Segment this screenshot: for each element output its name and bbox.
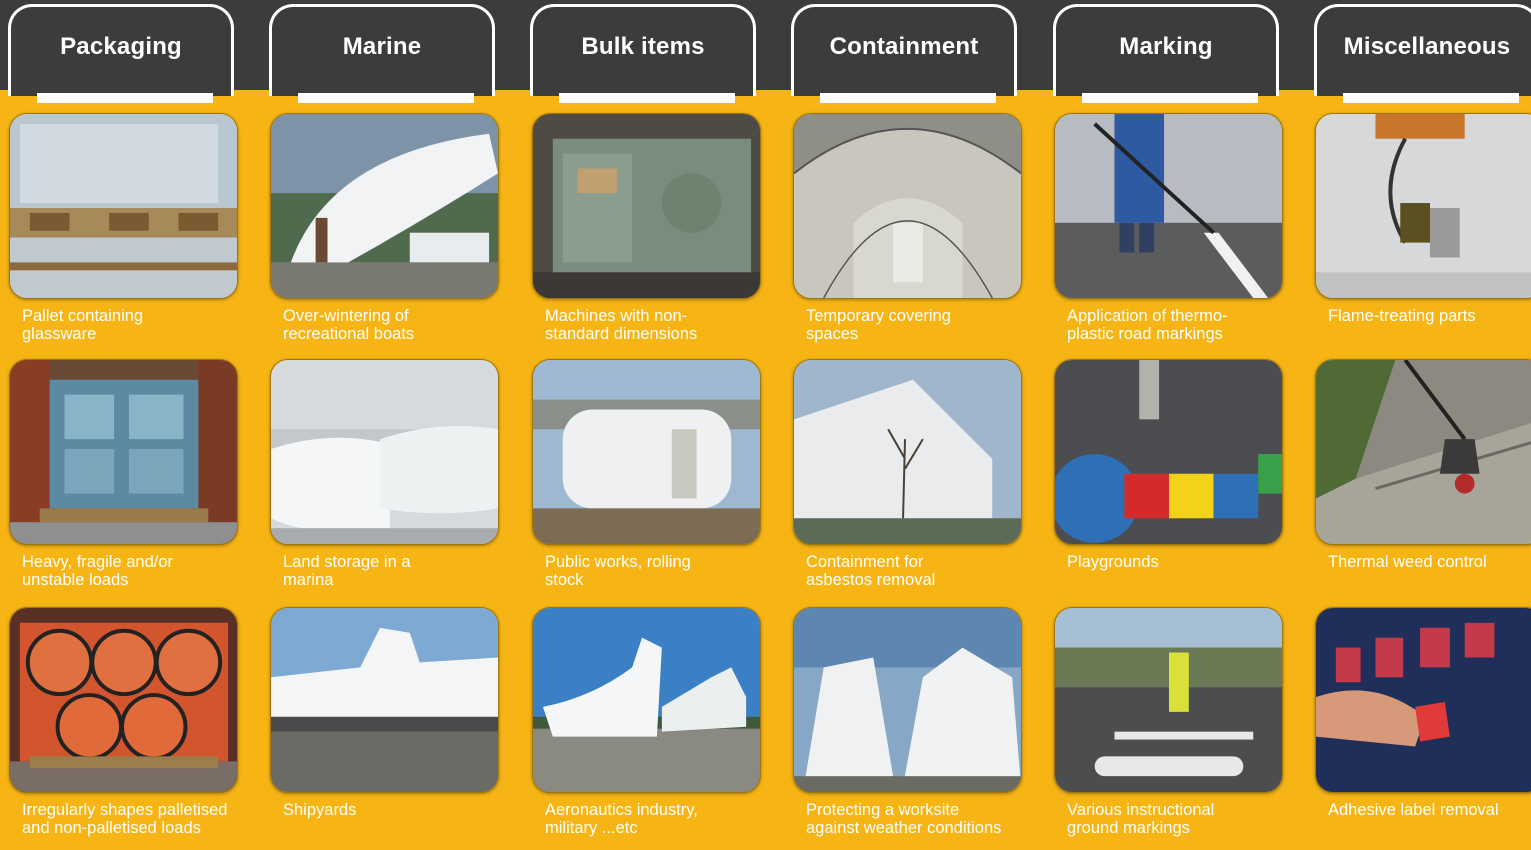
caption: Land storage in a marina <box>283 553 411 589</box>
asbestos-containment-photo <box>793 359 1022 545</box>
worksite-photo <box>793 607 1022 793</box>
card-asbestos[interactable]: Containment for asbestos removal <box>793 359 1024 589</box>
caption: Machines with non- standard dimensions <box>545 307 698 343</box>
card-tunnel[interactable]: Temporary covering spaces <box>793 113 1024 343</box>
shipyard-photo <box>270 607 499 793</box>
tab-containment[interactable]: Containment <box>791 4 1017 103</box>
weed-control-photo <box>1315 359 1531 545</box>
caption: Application of thermo- plastic road mark… <box>1067 307 1228 343</box>
tab-underline <box>1082 93 1258 103</box>
card-hopscotch[interactable]: Playgrounds <box>1054 359 1285 571</box>
tab-label: Marine <box>342 33 422 60</box>
caption: Protecting a worksite against weather co… <box>806 801 1002 837</box>
rolling-stock-photo <box>532 359 761 545</box>
card-pallet-glassware[interactable]: Pallet containing glassware <box>9 113 240 343</box>
tab-marking[interactable]: Marking <box>1053 4 1279 103</box>
caption: Thermal weed control <box>1328 553 1487 571</box>
card-irregular-load[interactable]: Irregularly shapes palletised and non-pa… <box>9 607 240 837</box>
caption: Flame-treating parts <box>1328 307 1476 325</box>
caption: Irregularly shapes palletised and non-pa… <box>22 801 228 837</box>
tab-bulk-items[interactable]: Bulk items <box>530 4 756 103</box>
card-marina-storage[interactable]: Land storage in a marina <box>270 359 501 589</box>
tab-underline <box>820 93 996 103</box>
machine-photo <box>532 113 761 299</box>
card-worksite[interactable]: Protecting a worksite against weather co… <box>793 607 1024 837</box>
caption: Public works, rolling stock <box>545 553 691 589</box>
caption: Over-wintering of recreational boats <box>283 307 415 343</box>
tab-marine[interactable]: Marine <box>269 4 495 103</box>
tab-label: Containment <box>829 33 979 60</box>
pallet-glassware-photo <box>9 113 238 299</box>
card-flame-treating[interactable]: Flame-treating parts <box>1315 113 1531 325</box>
caption: Containment for asbestos removal <box>806 553 936 589</box>
card-weed-control[interactable]: Thermal weed control <box>1315 359 1531 571</box>
caption: Temporary covering spaces <box>806 307 951 343</box>
hopscotch-photo <box>1054 359 1283 545</box>
card-shipyard[interactable]: Shipyards <box>270 607 501 819</box>
irregular-load-photo <box>9 607 238 793</box>
card-rolling-stock[interactable]: Public works, rolling stock <box>532 359 763 589</box>
tab-label: Packaging <box>60 33 182 60</box>
road-marking-photo <box>1054 113 1283 299</box>
tab-underline <box>37 93 213 103</box>
wrapped-load-photo <box>9 359 238 545</box>
tab-label: Bulk items <box>581 33 705 60</box>
tab-packaging[interactable]: Packaging <box>8 4 234 103</box>
ground-marking-photo <box>1054 607 1283 793</box>
caption: Aeronautics industry, military ...etc <box>545 801 698 837</box>
tab-underline <box>298 93 474 103</box>
tab-label: Miscellaneous <box>1343 33 1511 60</box>
caption: Heavy, fragile and/or unstable loads <box>22 553 174 589</box>
flame-treating-photo <box>1315 113 1531 299</box>
card-machine[interactable]: Machines with non- standard dimensions <box>532 113 763 343</box>
tab-underline <box>1343 93 1519 103</box>
tab-underline <box>559 93 735 103</box>
caption: Pallet containing glassware <box>22 307 144 343</box>
helicopter-photo <box>532 607 761 793</box>
card-ground-marking[interactable]: Various instructional ground markings <box>1054 607 1285 837</box>
boat-wrapping-photo <box>270 113 499 299</box>
tunnel-photo <box>793 113 1022 299</box>
caption: Adhesive label removal <box>1328 801 1499 819</box>
tab-label: Marking <box>1119 33 1213 60</box>
marina-storage-photo <box>270 359 499 545</box>
caption: Shipyards <box>283 801 357 819</box>
card-boat-wrapping[interactable]: Over-wintering of recreational boats <box>270 113 501 343</box>
card-road-marking[interactable]: Application of thermo- plastic road mark… <box>1054 113 1285 343</box>
card-helicopter[interactable]: Aeronautics industry, military ...etc <box>532 607 763 837</box>
caption: Various instructional ground markings <box>1067 801 1215 837</box>
label-removal-photo <box>1315 607 1531 793</box>
caption: Playgrounds <box>1067 553 1159 571</box>
tab-miscellaneous[interactable]: Miscellaneous <box>1314 4 1531 103</box>
card-wrapped-load[interactable]: Heavy, fragile and/or unstable loads <box>9 359 240 589</box>
card-label-removal[interactable]: Adhesive label removal <box>1315 607 1531 819</box>
